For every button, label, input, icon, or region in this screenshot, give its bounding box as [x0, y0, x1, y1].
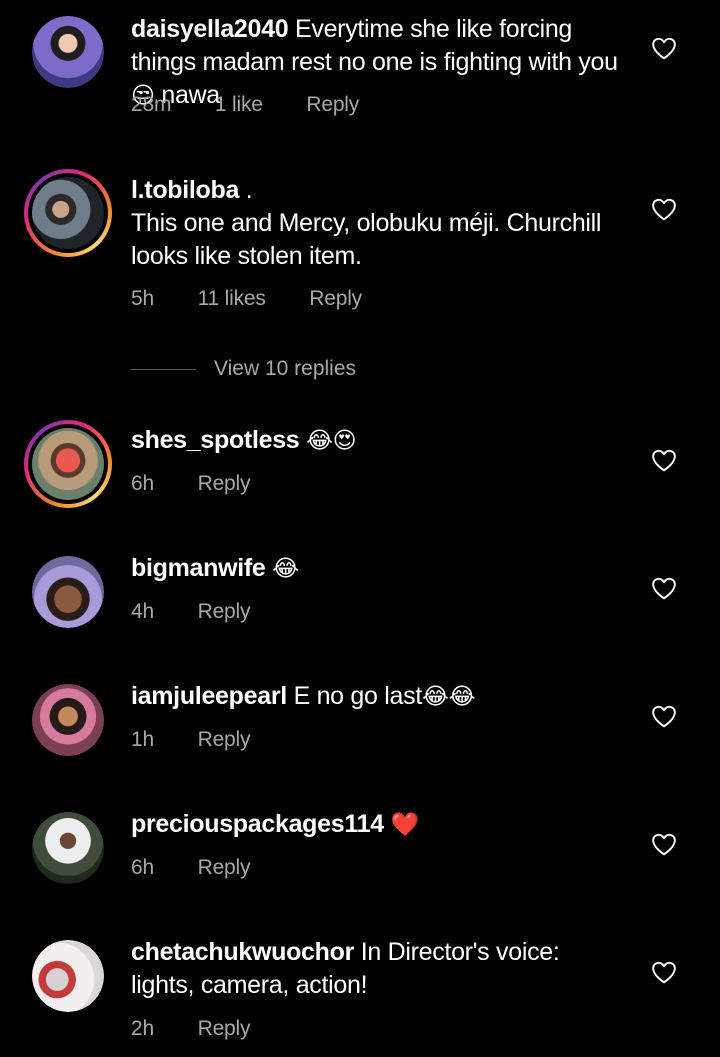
reply-button[interactable]: Reply [198, 600, 251, 624]
comment-time: 2h [131, 1017, 154, 1040]
comment-meta: 6h Reply [131, 856, 251, 880]
reply-button[interactable]: Reply [198, 856, 251, 880]
comment-meta: 4h Reply [131, 600, 251, 624]
avatar[interactable] [32, 684, 104, 756]
heart-outline-icon [652, 198, 676, 221]
like-button[interactable] [651, 197, 677, 221]
like-button[interactable] [651, 448, 677, 472]
like-button[interactable] [651, 36, 677, 60]
reply-button[interactable]: Reply [309, 287, 362, 311]
like-button[interactable] [651, 960, 677, 984]
comment-meta: 1h Reply [131, 728, 251, 752]
heart-outline-icon [652, 37, 676, 60]
reply-button[interactable]: Reply [198, 472, 251, 496]
comment-body: iamjuleepearl E no go last😂😂 [131, 680, 631, 714]
comment-emoji: 😂😂 [422, 684, 476, 710]
avatar-with-story-ring[interactable] [24, 420, 112, 508]
avatar[interactable] [32, 940, 104, 1012]
comment-body: shes_spotless 😂😍 [131, 424, 631, 458]
comment-username[interactable]: bigmanwife [131, 554, 266, 582]
comment-meta: 2h Reply [131, 1017, 251, 1041]
heart-outline-icon [652, 449, 676, 472]
avatar-image [32, 940, 104, 1012]
comment-body: preciouspackages114 ❤️ [131, 808, 631, 842]
comment-time: 1h [131, 728, 154, 751]
comment-username[interactable]: iamjuleepearl [131, 682, 287, 710]
comment-text: E no go last [293, 682, 423, 710]
avatar[interactable] [32, 812, 104, 884]
comment-like-count[interactable]: 11 likes [198, 287, 266, 311]
comment-username[interactable]: preciouspackages114 [131, 810, 384, 838]
avatar-image [32, 684, 104, 756]
avatar-with-story-ring[interactable] [24, 169, 112, 257]
comment-time: 4h [131, 600, 154, 623]
comment-username[interactable]: shes_spotless [131, 426, 300, 454]
heart-outline-icon [652, 833, 676, 856]
avatar-image [32, 812, 104, 884]
comment-body: l.tobiloba . This one and Mercy, olobuku… [131, 174, 631, 273]
heart-outline-icon [652, 961, 676, 984]
view-replies-label[interactable]: View 10 replies [214, 357, 356, 381]
view-replies-button[interactable]: View 10 replies [130, 354, 356, 384]
reply-button[interactable]: Reply [198, 728, 251, 752]
avatar[interactable] [32, 16, 104, 88]
avatar[interactable] [32, 556, 104, 628]
heart-outline-icon [652, 705, 676, 728]
like-button[interactable] [651, 704, 677, 728]
comment-time: 5h [131, 287, 154, 310]
reply-button[interactable]: Reply [306, 93, 359, 117]
comment-meta: 6h Reply [131, 472, 251, 496]
comment-emoji: ❤️ [390, 812, 419, 838]
avatar-image [32, 428, 104, 500]
comment-text: This one and Mercy, olobuku méji. Church… [131, 209, 602, 270]
comment-time: 6h [131, 856, 154, 879]
avatar-image [32, 177, 104, 249]
comment-username-suffix: . [245, 176, 253, 204]
comment-time: 6h [131, 472, 154, 495]
comment-username[interactable]: daisyella2040 [131, 15, 289, 43]
reply-button[interactable]: Reply [198, 1017, 251, 1041]
comment-meta: 5h 11 likes Reply [131, 287, 362, 311]
story-ring [28, 424, 108, 504]
comment-emoji: 😂😍 [306, 428, 357, 454]
like-button[interactable] [651, 576, 677, 600]
avatar-image [32, 16, 104, 88]
heart-outline-icon [652, 577, 676, 600]
comment-username[interactable]: chetachukwuochor [131, 938, 354, 966]
like-button[interactable] [651, 832, 677, 856]
comment-username[interactable]: l.tobiloba [131, 176, 239, 204]
comment-like-count[interactable]: 1 like [215, 93, 263, 117]
comment-meta: 28m 1 like Reply [131, 93, 359, 117]
comment-body: chetachukwuochor In Director's voice: li… [131, 936, 601, 1002]
comment-time: 28m [131, 93, 172, 116]
avatar-image [32, 556, 104, 628]
comment-emoji: 😂 [272, 556, 299, 582]
story-ring [28, 173, 108, 253]
comment-body: bigmanwife 😂 [131, 552, 631, 586]
replies-divider-line [130, 368, 196, 370]
